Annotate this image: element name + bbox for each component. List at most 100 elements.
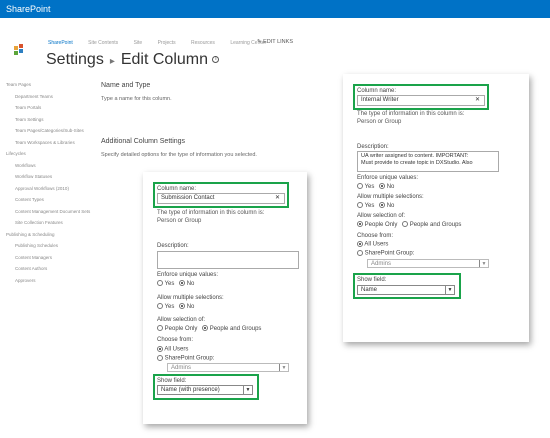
people-groups-label: People and Groups <box>209 325 262 332</box>
people-groups-radio[interactable] <box>402 221 409 227</box>
all-users-radio[interactable] <box>357 241 363 247</box>
left-column-panel: Column name: Submission Contact ✕ The ty… <box>143 172 307 424</box>
chevron-down-icon: ▼ <box>479 260 488 267</box>
quick-launch-item[interactable]: Team Workspaces & Libraries <box>6 139 91 151</box>
people-only-label: People Only <box>364 221 398 228</box>
yes-radio[interactable] <box>357 183 363 189</box>
quick-launch-item[interactable]: Department Teams <box>6 93 91 105</box>
yes-radio[interactable] <box>157 303 163 309</box>
sharepoint-group-option: SharePoint Group: <box>157 355 214 362</box>
yes-radio[interactable] <box>157 280 163 286</box>
section-heading-name-type: Name and Type <box>101 82 151 89</box>
allow-selection-label: Allow selection of: <box>157 317 206 323</box>
no-radio[interactable] <box>179 280 186 286</box>
enforce-unique-label: Enforce unique values: <box>357 175 419 181</box>
description-textarea[interactable] <box>157 251 299 269</box>
sharepoint-group-select[interactable]: Admins ▼ <box>167 363 289 372</box>
pencil-icon: ✎ <box>257 39 262 45</box>
enforce-unique-group: Yes No <box>357 183 397 190</box>
quick-launch-item[interactable]: Approvers <box>6 277 91 289</box>
group-select-value: Admins <box>171 365 192 371</box>
people-groups-label: People and Groups <box>409 221 462 228</box>
type-value: Person or Group <box>157 218 202 224</box>
top-nav-item[interactable]: Site Contents <box>88 40 118 46</box>
enforce-unique-group: Yes No <box>157 280 197 287</box>
edit-links-label: EDIT LINKS <box>263 39 293 45</box>
sharepoint-group-label: SharePoint Group: <box>164 355 215 362</box>
yes-radio[interactable] <box>357 202 363 208</box>
all-users-option: All Users <box>357 241 388 248</box>
quick-launch-item[interactable]: Content Management Document Sets <box>6 208 91 220</box>
allow-selection-label: Allow selection of: <box>357 213 406 219</box>
yes-label: Yes <box>164 303 175 310</box>
quick-launch-item[interactable]: Workflow Statuses <box>6 173 91 185</box>
quick-launch-item[interactable]: Content Types <box>6 196 91 208</box>
allow-selection-group: People Only People and Groups <box>157 325 264 332</box>
quick-launch-item[interactable]: Content Authors <box>6 265 91 277</box>
suite-bar: SharePoint <box>0 0 550 18</box>
section-desc-additional: Specify detailed options for the type of… <box>101 152 257 158</box>
no-label: No <box>186 280 195 287</box>
brand-label[interactable]: SharePoint <box>6 4 51 14</box>
quick-launch-item[interactable]: Lifecycles <box>6 150 91 162</box>
quick-launch-item[interactable]: Team Pages/Categories/Sub-Sites <box>6 127 91 139</box>
section-heading-additional: Additional Column Settings <box>101 138 186 145</box>
quick-launch-item[interactable]: Site Collection Features <box>6 219 91 231</box>
type-label: The type of information in this column i… <box>157 210 265 216</box>
description-label: Description: <box>157 243 189 249</box>
quick-launch-item[interactable]: Workflows <box>6 162 91 174</box>
right-column-panel: Column name: Internal Writer ✕ The type … <box>343 74 529 342</box>
highlight-box <box>153 182 289 208</box>
sharepoint-group-label: SharePoint Group: <box>364 250 415 257</box>
description-label: Description: <box>357 144 389 150</box>
people-groups-radio[interactable] <box>202 325 209 331</box>
no-radio[interactable] <box>379 202 386 208</box>
sharepoint-group-option: SharePoint Group: <box>357 250 414 257</box>
edit-links-button[interactable]: ✎ EDIT LINKS <box>257 39 293 45</box>
top-nav-item[interactable]: Site <box>134 40 143 46</box>
no-radio[interactable] <box>179 303 186 309</box>
quick-launch-item[interactable]: Publishing & Scheduling <box>6 231 91 243</box>
multiple-selections-label: Allow multiple selections: <box>157 295 224 301</box>
quick-launch-item[interactable]: Approval Workflows (2010) <box>6 185 91 197</box>
quick-launch-item[interactable]: Publishing Schedules <box>6 242 91 254</box>
chevron-down-icon: ▼ <box>279 364 288 371</box>
no-radio[interactable] <box>379 183 386 189</box>
no-label: No <box>386 183 395 190</box>
multiple-selections-group: Yes No <box>157 303 197 310</box>
info-icon[interactable]: i <box>212 56 220 64</box>
top-nav-item[interactable]: Projects <box>158 40 176 46</box>
choose-from-label: Choose from: <box>357 233 394 239</box>
description-line: UA writer assigned to content. IMPORTANT… <box>361 153 469 159</box>
quick-launch-item[interactable]: Team Settings <box>6 116 91 128</box>
title-settings[interactable]: Settings <box>46 51 104 68</box>
sharepoint-logo-icon[interactable] <box>14 44 26 56</box>
sharepoint-group-radio[interactable] <box>157 355 163 361</box>
people-only-label: People Only <box>164 325 198 332</box>
sharepoint-group-radio[interactable] <box>357 250 363 256</box>
section-desc-name-type: Type a name for this column. <box>101 96 172 102</box>
no-label: No <box>186 303 195 310</box>
allow-selection-group: People Only People and Groups <box>357 221 464 228</box>
highlight-box <box>353 273 461 299</box>
type-label: The type of information in this column i… <box>357 111 465 117</box>
all-users-label: All Users <box>364 241 389 248</box>
multiple-selections-label: Allow multiple selections: <box>357 194 424 200</box>
people-only-radio[interactable] <box>357 221 363 227</box>
yes-label: Yes <box>364 183 375 190</box>
top-navigation: SharePoint Site Contents Site Projects R… <box>48 40 280 46</box>
sharepoint-group-select[interactable]: Admins ▼ <box>367 259 489 268</box>
quick-launch-item[interactable]: Team Pages <box>6 81 91 93</box>
all-users-option: All Users <box>157 346 188 353</box>
yes-label: Yes <box>164 280 175 287</box>
top-nav-item[interactable]: SharePoint <box>48 40 73 46</box>
multiple-selections-group: Yes No <box>357 202 397 209</box>
type-value: Person or Group <box>357 119 402 125</box>
quick-launch-item[interactable]: Content Managers <box>6 254 91 266</box>
all-users-radio[interactable] <box>157 346 163 352</box>
top-nav-item[interactable]: Resources <box>191 40 215 46</box>
description-textarea[interactable]: UA writer assigned to content. IMPORTANT… <box>357 151 499 172</box>
quick-launch-item[interactable]: Team Portals <box>6 104 91 116</box>
people-only-radio[interactable] <box>157 325 163 331</box>
all-users-label: All Users <box>164 346 189 353</box>
